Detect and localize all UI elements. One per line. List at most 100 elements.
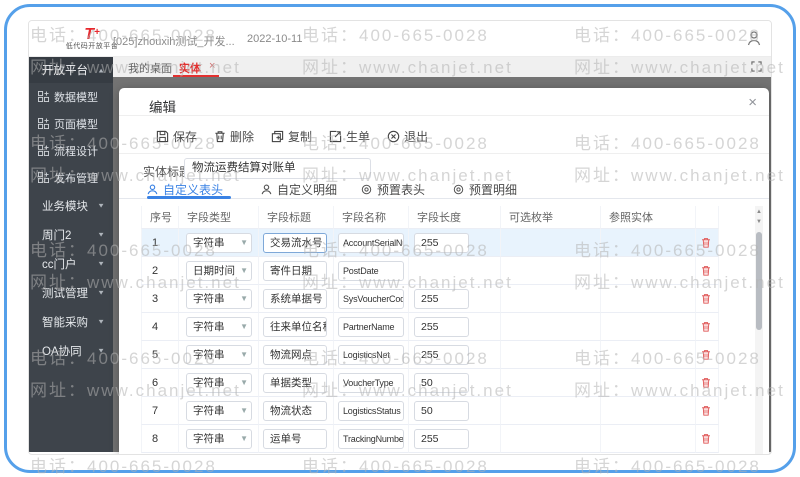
person-icon [147, 184, 158, 195]
sidebar-group-business[interactable]: 业务模块 ▼ [29, 191, 113, 220]
field-type-select[interactable]: 字符串 ▼ [186, 400, 252, 421]
field-title-input[interactable]: 寄件日期 [263, 260, 327, 281]
field-name-input[interactable]: AccountSerialNu [338, 232, 404, 253]
workspace-title: [025]zhouxih测试_开发... [113, 36, 235, 48]
sidebar-group-smart-purchase[interactable]: 智能采购 ▼ [29, 307, 113, 336]
tab-close-icon[interactable]: × [209, 60, 215, 72]
delete-row-button[interactable] [701, 349, 711, 360]
row-seq: 5 [141, 341, 179, 369]
field-length-input[interactable]: 50 [414, 400, 469, 421]
component-icon [38, 172, 49, 183]
field-length-input[interactable]: 255 [414, 316, 469, 337]
table-scrollbar[interactable]: ▲ ▼ [755, 206, 763, 454]
trash-icon [702, 434, 710, 444]
delete-button[interactable]: 删除 [214, 128, 254, 145]
field-length-input[interactable]: 255 [414, 232, 469, 253]
scrollbar-thumb[interactable] [756, 232, 762, 330]
field-type-select[interactable]: 字符串 ▼ [186, 372, 252, 393]
field-length-input[interactable]: 255 [414, 288, 469, 309]
field-length-input[interactable]: 50 [414, 372, 469, 393]
field-name-input[interactable]: LogisticsNet [338, 344, 404, 365]
enum-cell [501, 257, 601, 285]
enum-cell [501, 425, 601, 453]
page-tab-strip: 我的桌面 实体 × [113, 57, 771, 77]
exit-button[interactable]: 退出 [387, 128, 428, 145]
chevron-down-icon: ▼ [240, 321, 248, 331]
field-name-input[interactable]: VoucherType [338, 372, 404, 393]
chevron-down-icon: ▼ [240, 265, 248, 275]
tab-preset-detail[interactable]: 预置明细 [453, 181, 517, 198]
modal-toolbar: 保存 删除 复制 生单 退出 [156, 122, 428, 150]
fullscreen-icon[interactable] [751, 61, 762, 72]
field-title-input[interactable]: 物流状态 [263, 400, 327, 421]
scroll-up-icon[interactable]: ▲ [755, 208, 763, 216]
delete-row-button[interactable] [701, 293, 711, 304]
field-type-select[interactable]: 字符串 ▼ [186, 232, 252, 253]
field-title-input[interactable]: 物流网点 [263, 344, 327, 365]
field-length-input[interactable]: 255 [414, 344, 469, 365]
ref-entity-cell [601, 229, 696, 257]
top-bar: T+ 低代码开放平台 [025]zhouxih测试_开发... 2022-10-… [29, 21, 771, 57]
tab-entity[interactable]: 实体 [179, 60, 201, 76]
delete-row-button[interactable] [701, 433, 711, 444]
row-seq: 4 [141, 313, 179, 341]
user-icon[interactable] [747, 30, 761, 46]
sidebar-item-label: 流程设计 [54, 145, 98, 158]
field-name-input[interactable]: TrackingNumber [338, 428, 404, 449]
field-type-select[interactable]: 日期时间 ▼ [186, 260, 252, 281]
field-name-input[interactable]: PostDate [338, 260, 404, 281]
sidebar-header[interactable]: 开放平台 ▲ [29, 57, 113, 83]
field-type-select[interactable]: 字符串 ▼ [186, 344, 252, 365]
watermark-text: 电话：400-665-0028 [574, 457, 761, 476]
sidebar-group-oa[interactable]: OA协同 ▼ [29, 336, 113, 365]
field-type-select[interactable]: 字符串 ▼ [186, 288, 252, 309]
scroll-down-icon[interactable]: ▼ [755, 218, 763, 226]
delete-row-button[interactable] [701, 265, 711, 276]
col-header-type: 字段类型 [179, 206, 259, 229]
field-title-input[interactable]: 运单号 [263, 428, 327, 449]
sidebar-item-data-model[interactable]: 数据模型 [29, 83, 113, 110]
close-icon[interactable]: × [748, 95, 757, 110]
row-seq: 8 [141, 425, 179, 453]
field-title-input[interactable]: 系统单据号 [263, 288, 327, 309]
table-row: 3 字符串 ▼ 系统单据号 SysVoucherCod 255 [141, 285, 719, 313]
field-length-input[interactable]: 255 [414, 428, 469, 449]
ref-entity-cell [601, 257, 696, 285]
tab-my-desktop[interactable]: 我的桌面 [128, 60, 172, 76]
copy-button[interactable]: 复制 [271, 128, 312, 145]
field-title-input[interactable]: 交易流水号 [263, 232, 327, 253]
date-label: 2022-10-11 [247, 33, 303, 45]
chevron-down-icon: ▼ [240, 237, 248, 247]
sidebar-item-flow-design[interactable]: 流程设计 [29, 137, 113, 164]
exit-icon [387, 130, 400, 142]
divider [119, 115, 769, 116]
field-name-input[interactable]: LogisticsStatus [338, 400, 404, 421]
field-title-input[interactable]: 往来单位名称 [263, 316, 327, 337]
field-title-input[interactable]: 单据类型 [263, 372, 327, 393]
delete-row-button[interactable] [701, 237, 711, 248]
chevron-up-icon: ▲ [97, 66, 105, 74]
chevron-down-icon: ▼ [97, 288, 105, 297]
sidebar-group-test-mgmt[interactable]: 测试管理 ▼ [29, 278, 113, 307]
tab-custom-detail[interactable]: 自定义明细 [261, 181, 337, 198]
table-row: 1 字符串 ▼ 交易流水号 AccountSerialNu 255 [141, 229, 719, 257]
tab-preset-header[interactable]: 预置表头 [361, 181, 425, 198]
delete-row-button[interactable] [701, 321, 711, 332]
entity-title-input[interactable]: 物流运费结算对账单 [184, 158, 371, 179]
trash-icon [702, 322, 710, 332]
chevron-down-icon: ▼ [240, 349, 248, 359]
sidebar-item-page-model[interactable]: 页面模型 [29, 110, 113, 137]
delete-row-button[interactable] [701, 377, 711, 388]
generate-button[interactable]: 生单 [329, 128, 370, 145]
table-header-row: 序号 字段类型 字段标题 字段名称 字段长度 可选枚举 参照实体 [141, 206, 719, 229]
screenshot-root: T+ 低代码开放平台 [025]zhouxih测试_开发... 2022-10-… [0, 0, 800, 477]
sidebar-group-cc-portal[interactable]: cc门户 ▼ [29, 249, 113, 278]
field-name-input[interactable]: SysVoucherCod [338, 288, 404, 309]
delete-row-button[interactable] [701, 405, 711, 416]
sidebar-item-publish[interactable]: 发布管理 [29, 164, 113, 191]
sidebar-group-zhoumen2[interactable]: 周门2 ▼ [29, 220, 113, 249]
field-name-input[interactable]: PartnerName [338, 316, 404, 337]
save-button[interactable]: 保存 [156, 128, 197, 145]
field-type-select[interactable]: 字符串 ▼ [186, 316, 252, 337]
field-type-select[interactable]: 字符串 ▼ [186, 428, 252, 449]
